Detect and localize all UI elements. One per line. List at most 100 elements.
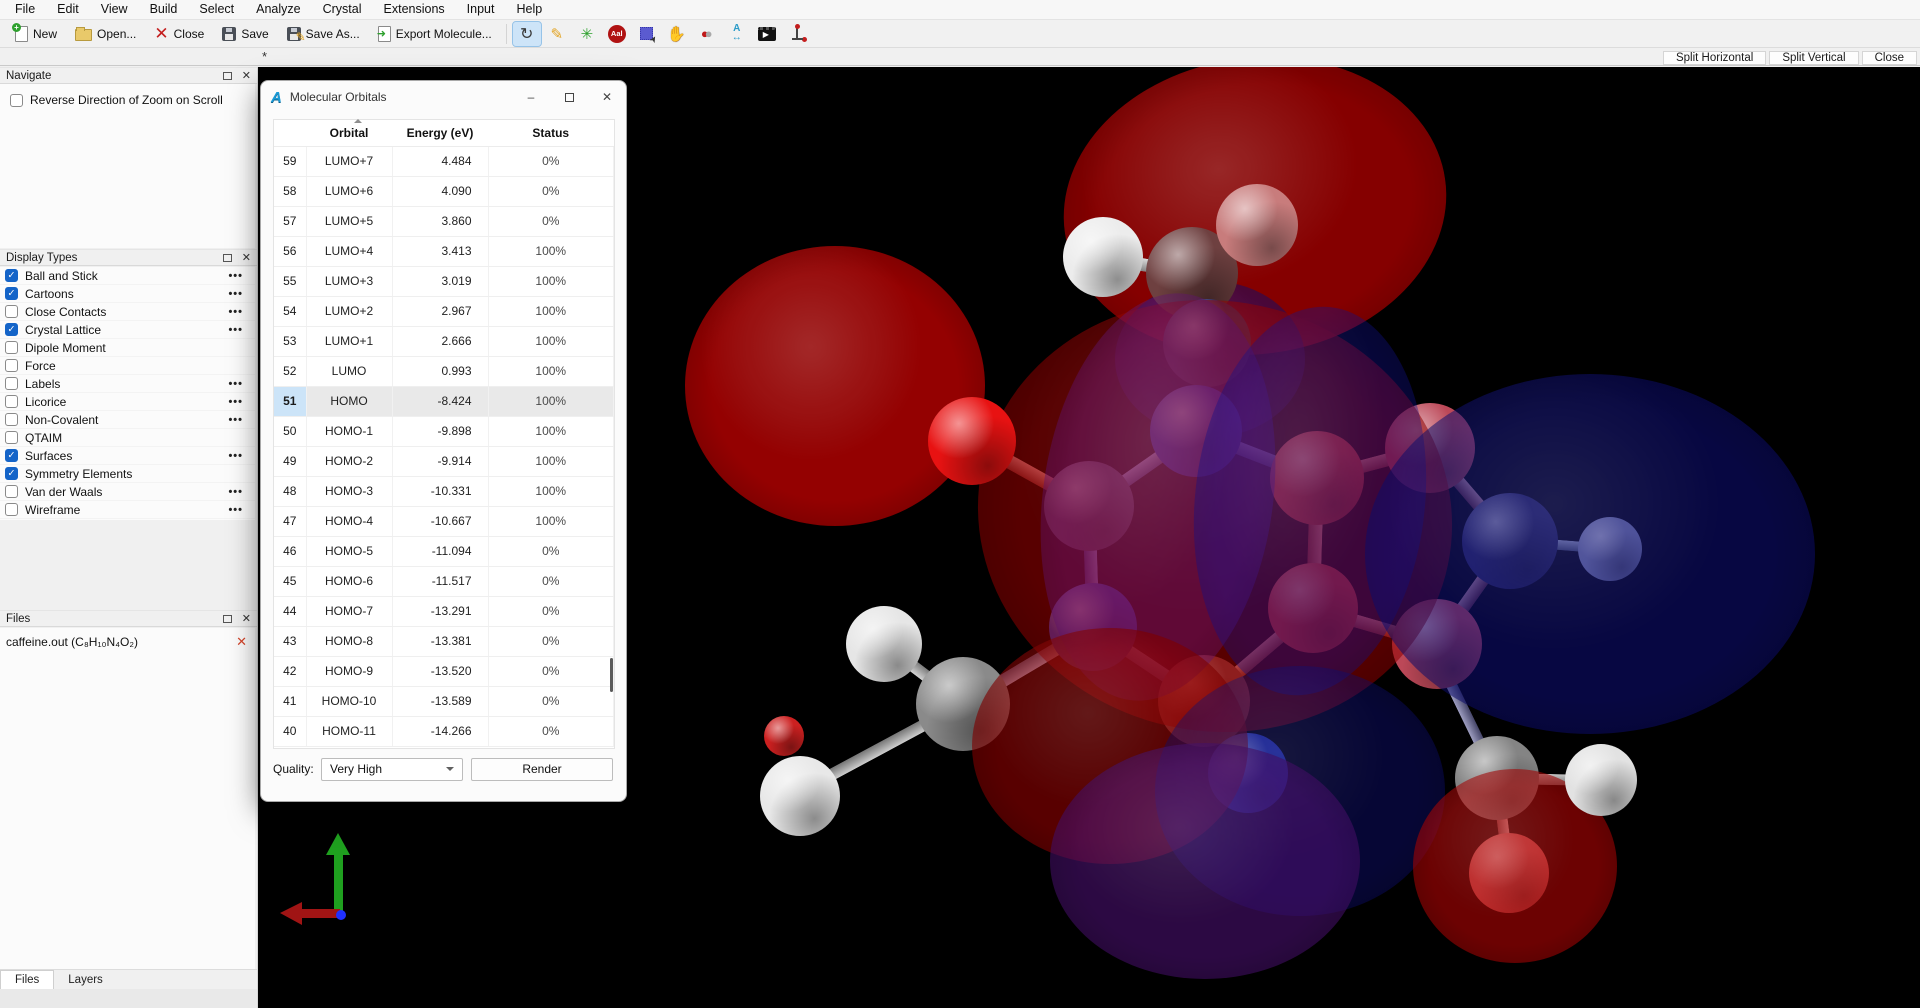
orbital-row[interactable]: 43HOMO-8-13.3810% [274,626,614,656]
options-ellipsis-button[interactable]: ••• [228,504,255,516]
minimize-icon[interactable]: – [512,83,550,111]
export-button[interactable]: ➜Export Molecule... [369,22,501,46]
render-button[interactable]: Render [471,758,613,781]
orbital-row[interactable]: 45HOMO-6-11.5170% [274,566,614,596]
float-panel-icon[interactable] [223,254,232,262]
menu-view[interactable]: View [90,0,139,19]
close-button[interactable]: ✕Close [145,22,213,46]
close-panel-icon[interactable]: ✕ [242,251,251,264]
split-vertical-button[interactable]: Split Vertical [1769,51,1858,65]
options-ellipsis-button[interactable]: ••• [228,396,255,408]
orbital-status: 0% [488,146,614,176]
film-clapper-icon [758,27,776,41]
display-type-checkbox[interactable]: ✓ [5,467,18,480]
orbital-row[interactable]: 55LUMO+33.019100% [274,266,614,296]
table-scrollbar-thumb[interactable] [610,658,613,692]
bond-centric-tool-button[interactable]: ●● [693,22,721,46]
orbital-row[interactable]: 41HOMO-10-13.5890% [274,686,614,716]
navigate-tool-button[interactable]: ↻ [513,22,541,46]
orbital-row[interactable]: 59LUMO+74.4840% [274,146,614,176]
options-ellipsis-button[interactable]: ••• [228,414,255,426]
align-tool-button[interactable] [783,22,811,46]
orbital-row[interactable]: 48HOMO-3-10.331100% [274,476,614,506]
draw-tool-button[interactable]: ✎ [543,22,571,46]
animation-tool-button[interactable] [753,22,781,46]
orbital-row[interactable]: 42HOMO-9-13.5200% [274,656,614,686]
display-type-checkbox[interactable] [5,377,18,390]
display-type-checkbox[interactable]: ✓ [5,323,18,336]
measure-tool-button[interactable]: A↔ [723,22,751,46]
display-type-checkbox[interactable] [5,341,18,354]
maximize-icon[interactable] [550,83,588,111]
label-tool-button[interactable]: Aal [603,22,631,46]
orbital-row[interactable]: 44HOMO-7-13.2910% [274,596,614,626]
orbital-row[interactable]: 56LUMO+43.413100% [274,236,614,266]
close-icon[interactable]: ✕ [588,83,626,111]
options-ellipsis-button[interactable]: ••• [228,288,255,300]
new-button[interactable]: +New [6,22,66,46]
float-panel-icon[interactable] [223,615,232,623]
sidebar-tab-layers[interactable]: Layers [54,971,117,989]
orbital-row[interactable]: 46HOMO-5-11.0940% [274,536,614,566]
orbital-energy: 4.090 [392,176,488,206]
display-type-label: Ball and Stick [25,269,221,283]
menu-extensions[interactable]: Extensions [373,0,456,19]
orbital-row[interactable]: 52LUMO0.993100% [274,356,614,386]
orbital-row[interactable]: 47HOMO-4-10.667100% [274,506,614,536]
options-ellipsis-button[interactable]: ••• [228,306,255,318]
display-type-checkbox[interactable] [5,431,18,444]
options-ellipsis-button[interactable]: ••• [228,324,255,336]
menu-input[interactable]: Input [456,0,506,19]
quality-select[interactable]: Very High [321,758,463,781]
display-type-checkbox[interactable]: ✓ [5,269,18,282]
display-type-checkbox[interactable] [5,305,18,318]
split-horizontal-button[interactable]: Split Horizontal [1663,51,1766,65]
display-type-row: Labels••• [0,375,255,393]
display-type-checkbox[interactable] [5,503,18,516]
sidebar-tab-files[interactable]: Files [0,970,54,989]
z-axis-dot [336,910,346,920]
float-panel-icon[interactable] [223,72,232,80]
display-type-checkbox[interactable] [5,485,18,498]
menu-select[interactable]: Select [188,0,245,19]
orbital-row[interactable]: 54LUMO+22.967100% [274,296,614,326]
orbital-row[interactable]: 49HOMO-2-9.914100% [274,446,614,476]
display-type-checkbox[interactable]: ✓ [5,449,18,462]
open-button[interactable]: Open... [66,22,145,46]
dialog-title-bar[interactable]: A Molecular Orbitals – ✕ [261,81,626,113]
options-ellipsis-button[interactable]: ••• [228,378,255,390]
orbital-row[interactable]: 57LUMO+53.8600% [274,206,614,236]
save-button[interactable]: Save [213,22,277,46]
remove-file-icon[interactable]: ✕ [236,634,247,650]
orbital-row[interactable]: 40HOMO-11-14.2660% [274,716,614,746]
display-type-checkbox[interactable] [5,359,18,372]
close-panel-icon[interactable]: ✕ [242,612,251,625]
template-tool-button[interactable]: ✳ [573,22,601,46]
orbital-row[interactable]: 50HOMO-1-9.898100% [274,416,614,446]
orbital-row[interactable]: 58LUMO+64.0900% [274,176,614,206]
select-tool-button[interactable] [633,22,661,46]
close-panel-icon[interactable]: ✕ [242,69,251,82]
saveas-button[interactable]: ✎Save As... [278,22,369,46]
scroll-up-icon[interactable] [354,119,362,123]
menu-crystal[interactable]: Crystal [312,0,373,19]
orbital-row[interactable]: 53LUMO+12.666100% [274,326,614,356]
menu-file[interactable]: File [4,0,46,19]
orbital-row[interactable]: 51HOMO-8.424100% [274,386,614,416]
close-button[interactable]: Close [1862,51,1917,65]
files-panel-content: caffeine.out (C₈H₁₀N₄O₂) ✕ [0,628,255,969]
orbital-status: 100% [488,326,614,356]
menu-analyze[interactable]: Analyze [245,0,311,19]
display-type-checkbox[interactable] [5,395,18,408]
manipulate-tool-button[interactable]: ✋ [663,22,691,46]
menu-edit[interactable]: Edit [46,0,90,19]
display-type-checkbox[interactable] [5,413,18,426]
menu-help[interactable]: Help [505,0,553,19]
options-ellipsis-button[interactable]: ••• [228,486,255,498]
options-ellipsis-button[interactable]: ••• [228,450,255,462]
options-ellipsis-button[interactable]: ••• [228,270,255,282]
reverse-zoom-checkbox[interactable] [10,94,23,107]
display-type-checkbox[interactable]: ✓ [5,287,18,300]
file-list-item[interactable]: caffeine.out (C₈H₁₀N₄O₂) ✕ [0,628,255,650]
menu-build[interactable]: Build [139,0,189,19]
